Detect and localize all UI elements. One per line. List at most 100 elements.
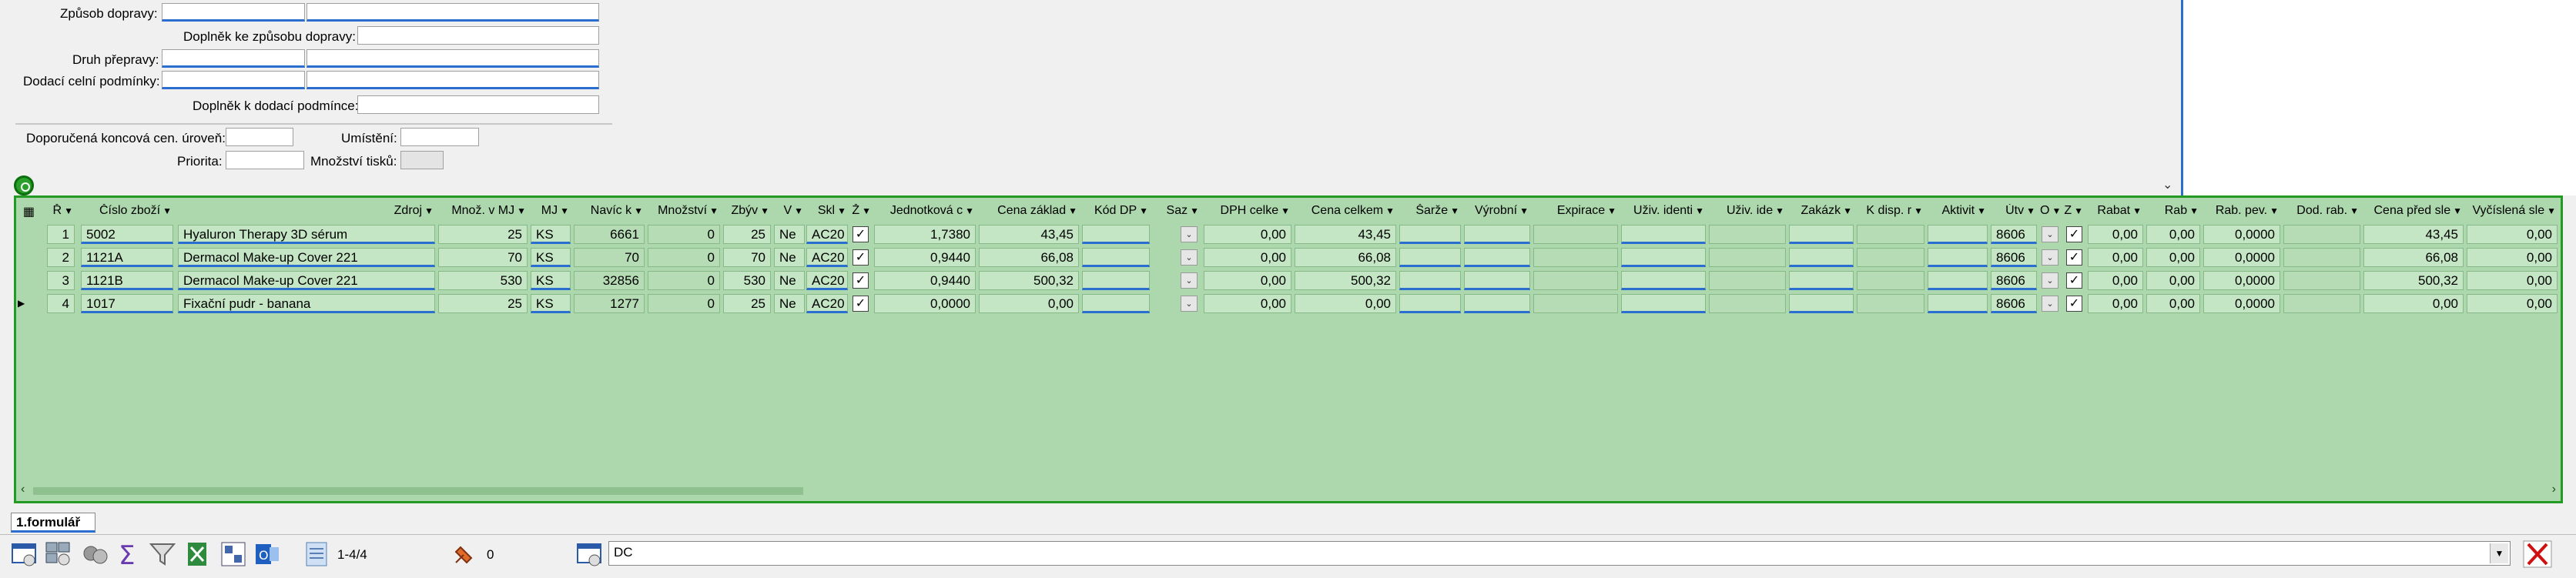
col-header-25[interactable]: Útv ▼ xyxy=(1991,204,2037,221)
grid-cell-30[interactable]: 0,0000 xyxy=(2203,225,2280,244)
scroll-thumb[interactable] xyxy=(33,487,803,495)
sort-arrow-icon[interactable]: ▼ xyxy=(2453,205,2462,216)
grid-cell-16[interactable]: 43,45 xyxy=(1295,225,1396,244)
sort-arrow-icon[interactable]: ▼ xyxy=(2547,205,2556,216)
outlook-icon[interactable]: O xyxy=(253,540,282,569)
grid-cell-1[interactable]: 1121B xyxy=(81,271,173,290)
col-header-2[interactable]: Zdroj ▼ xyxy=(178,204,435,221)
col-header-30[interactable]: Rab. pev. ▼ xyxy=(2203,204,2280,221)
col-header-13[interactable]: Kód DP ▼ xyxy=(1082,204,1150,221)
doporucena-field[interactable] xyxy=(226,128,293,146)
grid-cell-1[interactable]: 1121A xyxy=(81,248,173,267)
grid-cell-21[interactable] xyxy=(1709,225,1786,244)
grid-cell-6[interactable]: 0 xyxy=(648,271,720,290)
grid-cell-3[interactable]: 70 xyxy=(438,248,528,267)
grid-cell-31[interactable] xyxy=(2283,248,2360,267)
grid-cell-20[interactable] xyxy=(1621,271,1706,290)
grid-cell-3[interactable]: 25 xyxy=(438,294,528,313)
col-header-31[interactable]: Dod. rab. ▼ xyxy=(2283,204,2360,221)
grid-cell-2[interactable]: Fixační pudr - banana xyxy=(178,294,435,313)
sort-arrow-icon[interactable]: ▼ xyxy=(2269,205,2279,216)
grid-cell-12[interactable]: 43,45 xyxy=(979,225,1079,244)
filter-combo[interactable]: DC ▼ xyxy=(608,541,2511,566)
settings-icon[interactable] xyxy=(80,540,109,569)
grid-cell-11[interactable]: 0,9440 xyxy=(874,271,976,290)
doplnek-zpusob-field[interactable] xyxy=(357,26,599,45)
grid-cell-32[interactable]: 43,45 xyxy=(2363,225,2464,244)
grid-cell-6[interactable]: 0 xyxy=(648,225,720,244)
row-checkbox[interactable]: ✓ xyxy=(853,249,869,266)
grid-cell-20[interactable] xyxy=(1621,248,1706,267)
grid-cell-5[interactable]: 1277 xyxy=(574,294,645,313)
sum-icon[interactable]: Σ xyxy=(114,540,143,569)
sort-arrow-icon[interactable]: ▼ xyxy=(1139,205,1148,216)
grid-cell-25[interactable]: 8606 xyxy=(1991,248,2037,267)
export-icon[interactable] xyxy=(183,540,213,569)
grid-cell-3[interactable]: 530 xyxy=(438,271,528,290)
sort-arrow-icon[interactable]: ▼ xyxy=(517,205,526,216)
grid-cell-16[interactable]: 66,08 xyxy=(1295,248,1396,267)
sort-arrow-icon[interactable]: ▼ xyxy=(1843,205,1852,216)
sort-arrow-icon[interactable]: ▼ xyxy=(1068,205,1077,216)
grid-cell-32[interactable]: 0,00 xyxy=(2363,294,2464,313)
grid-cell-7[interactable]: 530 xyxy=(723,271,771,290)
col-header-27[interactable]: Z ▼ xyxy=(2063,204,2085,221)
grid-cell-5[interactable]: 70 xyxy=(574,248,645,267)
grid-cell-30[interactable]: 0,0000 xyxy=(2203,248,2280,267)
grid-cell-18[interactable] xyxy=(1464,248,1530,267)
col-header-3[interactable]: Množ. v MJ ▼ xyxy=(438,204,528,221)
grid-cell-3[interactable]: 25 xyxy=(438,225,528,244)
grid-cell-22[interactable] xyxy=(1789,271,1854,290)
grid-cell-18[interactable] xyxy=(1464,294,1530,313)
col-header-9[interactable]: Skl ▼ xyxy=(806,204,848,221)
grid-cell-8[interactable]: Ne xyxy=(774,248,805,267)
grid-cell-22[interactable] xyxy=(1789,248,1854,267)
grid-cell-31[interactable] xyxy=(2283,294,2360,313)
col-header-17[interactable]: Šarže ▼ xyxy=(1399,204,1461,221)
grid-cell-0[interactable]: 3 xyxy=(47,271,75,290)
grid-cell-7[interactable]: 25 xyxy=(723,225,771,244)
grid-cell-31[interactable] xyxy=(2283,225,2360,244)
grid-cell-19[interactable] xyxy=(1533,294,1618,313)
col-header-20[interactable]: Uživ. identi ▼ xyxy=(1621,204,1706,221)
grid-cell-16[interactable]: 500,32 xyxy=(1295,271,1396,290)
cell-dropdown-icon[interactable]: ⌄ xyxy=(1181,249,1198,266)
grid-cell-23[interactable] xyxy=(1857,271,1924,290)
tab-formular[interactable]: 1.formulář xyxy=(11,513,95,533)
sort-arrow-icon[interactable]: ▼ xyxy=(2074,205,2083,216)
mnozstvi-tisku-field[interactable] xyxy=(400,151,444,169)
grid-cell-12[interactable]: 0,00 xyxy=(979,294,1079,313)
col-header-7[interactable]: Zbýv ▼ xyxy=(723,204,771,221)
grid-cell-9[interactable]: AC20 xyxy=(806,294,848,313)
row-checkbox[interactable]: ✓ xyxy=(2066,249,2082,266)
col-header-10[interactable]: Ž ▼ xyxy=(849,204,873,221)
row-checkbox[interactable]: ✓ xyxy=(2066,296,2082,312)
table-row[interactable]: ▶ 4 1017 Fixační pudr - banana 25 KS 1277 0 25 Ne… xyxy=(16,292,2558,315)
grid-cell-1[interactable]: 5002 xyxy=(81,225,173,244)
col-header-23[interactable]: K disp. r ▼ xyxy=(1857,204,1924,221)
sort-arrow-icon[interactable]: ▼ xyxy=(965,205,974,216)
sort-arrow-icon[interactable]: ▼ xyxy=(560,205,569,216)
sort-arrow-icon[interactable]: ▼ xyxy=(1450,205,1459,216)
grid-cell-24[interactable] xyxy=(1928,271,1988,290)
grid-cell-8[interactable]: Ne xyxy=(774,225,805,244)
sort-arrow-icon[interactable]: ▼ xyxy=(2350,205,2359,216)
col-header-5[interactable]: Navíc k ▼ xyxy=(574,204,645,221)
grid-cell-32[interactable]: 66,08 xyxy=(2363,248,2464,267)
grid-cell-19[interactable] xyxy=(1533,271,1618,290)
grid-cell-2[interactable]: Hyaluron Therapy 3D sérum xyxy=(178,225,435,244)
col-header-0[interactable]: Ř ▼ xyxy=(47,204,75,221)
grid-cell-12[interactable]: 500,32 xyxy=(979,271,1079,290)
sort-arrow-icon[interactable]: ▼ xyxy=(709,205,719,216)
col-header-12[interactable]: Cena základ ▼ xyxy=(979,204,1079,221)
grid-cell-19[interactable] xyxy=(1533,225,1618,244)
sort-arrow-icon[interactable]: ▼ xyxy=(862,205,871,216)
filter-icon[interactable] xyxy=(148,540,177,569)
col-header-8[interactable]: V ▼ xyxy=(774,204,805,221)
grid-cell-16[interactable]: 0,00 xyxy=(1295,294,1396,313)
zpusob-dopravy-name[interactable] xyxy=(307,3,599,22)
grid-cell-15[interactable]: 0,00 xyxy=(1204,294,1291,313)
col-header-4[interactable]: MJ ▼ xyxy=(531,204,571,221)
pin-icon[interactable] xyxy=(450,540,479,569)
grid-cell-22[interactable] xyxy=(1789,294,1854,313)
